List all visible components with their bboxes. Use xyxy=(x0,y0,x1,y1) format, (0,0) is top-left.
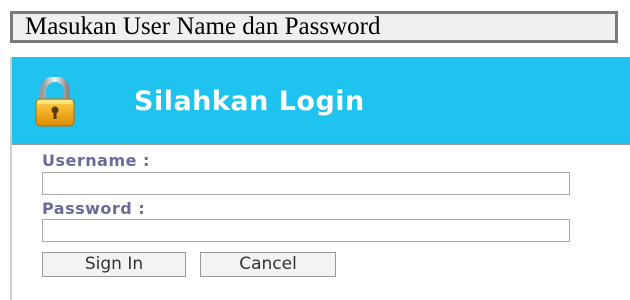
username-input[interactable] xyxy=(42,172,570,195)
login-header: Silahkan Login xyxy=(12,57,630,145)
cancel-button[interactable]: Cancel xyxy=(200,252,336,277)
login-panel: Silahkan Login Username : Password : Sig… xyxy=(10,57,630,300)
username-label: Username : xyxy=(42,151,150,170)
instruction-banner: Masukan User Name dan Password xyxy=(10,11,618,43)
sign-in-button[interactable]: Sign In xyxy=(42,252,186,277)
password-input[interactable] xyxy=(42,219,570,242)
login-title: Silahkan Login xyxy=(134,86,365,117)
instruction-banner-text: Masukan User Name dan Password xyxy=(25,13,381,40)
lock-icon xyxy=(35,77,75,127)
password-label: Password : xyxy=(42,199,146,218)
